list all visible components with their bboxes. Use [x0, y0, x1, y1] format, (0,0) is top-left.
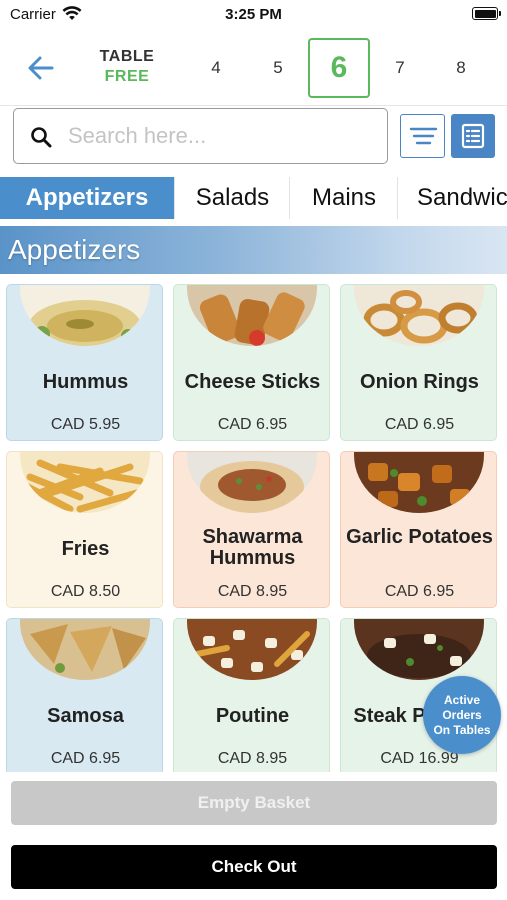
section-header: Appetizers — [0, 226, 507, 274]
app-screen: Carrier 3:25 PM TABLE FREE 4 5 6 7 8 Sea… — [0, 0, 507, 900]
filter-button[interactable] — [400, 114, 445, 158]
item-price: CAD 16.99 — [380, 750, 459, 767]
empty-basket-button[interactable]: Empty Basket — [11, 781, 497, 825]
item-name: Cheese Sticks — [184, 371, 321, 393]
item-name: Samosa — [47, 705, 124, 727]
menu-item-card[interactable]: Shawarma Hummus CAD 8.95 — [173, 451, 330, 608]
tab-mains[interactable]: Mains — [291, 177, 398, 219]
table-status-label: TABLE — [99, 48, 155, 65]
table-4-button[interactable]: 4 — [185, 38, 247, 98]
list-view-icon — [461, 123, 485, 149]
onion-rings-image — [354, 285, 484, 346]
table-status: TABLE FREE — [88, 48, 166, 86]
steak-poutine-image — [354, 619, 484, 680]
item-price: CAD 8.95 — [217, 583, 288, 600]
tab-sandwiches[interactable]: Sandwiches — [399, 177, 507, 219]
cheese-sticks-image — [187, 285, 317, 346]
item-price: CAD 5.95 — [50, 416, 121, 433]
menu-item-card[interactable]: Onion Rings CAD 6.95 — [340, 284, 497, 441]
table-5-button[interactable]: 5 — [247, 38, 309, 98]
item-price: CAD 6.95 — [50, 750, 121, 767]
menu-item-card[interactable]: Cheese Sticks CAD 6.95 — [173, 284, 330, 441]
battery-icon — [472, 7, 501, 20]
category-tabs: Appetizers Salads Mains Sandwiches — [0, 177, 507, 219]
poutine-image — [187, 619, 317, 680]
search-icon — [31, 127, 52, 148]
menu-item-card[interactable]: Fries CAD 8.50 — [6, 451, 163, 608]
tab-salads[interactable]: Salads — [176, 177, 290, 219]
clock: 3:25 PM — [225, 6, 282, 23]
menu-item-card[interactable]: Hummus CAD 5.95 — [6, 284, 163, 441]
item-price: CAD 6.95 — [384, 416, 455, 433]
item-name: Hummus — [42, 371, 129, 393]
table-8-button[interactable]: 8 — [430, 38, 492, 98]
item-price: CAD 6.95 — [384, 583, 455, 600]
search-input[interactable] — [68, 117, 378, 155]
table-selector-bar: TABLE FREE 4 5 6 7 8 — [0, 30, 507, 106]
filter-icon — [409, 127, 438, 145]
check-out-button[interactable]: Check Out — [11, 845, 497, 889]
tab-appetizers[interactable]: Appetizers — [0, 177, 175, 219]
item-price: CAD 8.50 — [50, 583, 121, 600]
shawarma-hummus-image — [187, 452, 317, 513]
menu-item-card[interactable]: Poutine CAD 8.95 — [173, 618, 330, 772]
item-name: Poutine — [215, 705, 290, 727]
menu-item-card[interactable]: Garlic Potatoes CAD 6.95 — [340, 451, 497, 608]
menu-item-card[interactable]: Samosa CAD 6.95 — [6, 618, 163, 772]
item-name: Onion Rings — [360, 371, 479, 393]
active-orders-button[interactable]: Active Orders On Tables — [423, 676, 501, 754]
hummus-image — [20, 285, 150, 346]
table-6-button-selected[interactable]: 6 — [308, 38, 370, 98]
list-view-button[interactable] — [451, 114, 495, 158]
item-price: CAD 8.95 — [217, 750, 288, 767]
item-price: CAD 6.95 — [217, 416, 288, 433]
table-7-button[interactable]: 7 — [369, 38, 431, 98]
table-status-value: FREE — [104, 68, 150, 85]
active-orders-label: Active Orders On Tables — [433, 692, 491, 737]
search-box — [13, 108, 388, 164]
samosa-image — [20, 619, 150, 680]
garlic-potatoes-image — [354, 452, 484, 513]
back-arrow-icon[interactable] — [22, 52, 62, 84]
item-name: Garlic Potatoes — [346, 526, 493, 548]
section-title: Appetizers — [8, 234, 141, 265]
fries-image — [20, 452, 150, 513]
status-bar: Carrier 3:25 PM — [0, 0, 507, 30]
item-name: Fries — [61, 538, 110, 560]
item-name: Shawarma Hummus — [202, 526, 303, 569]
